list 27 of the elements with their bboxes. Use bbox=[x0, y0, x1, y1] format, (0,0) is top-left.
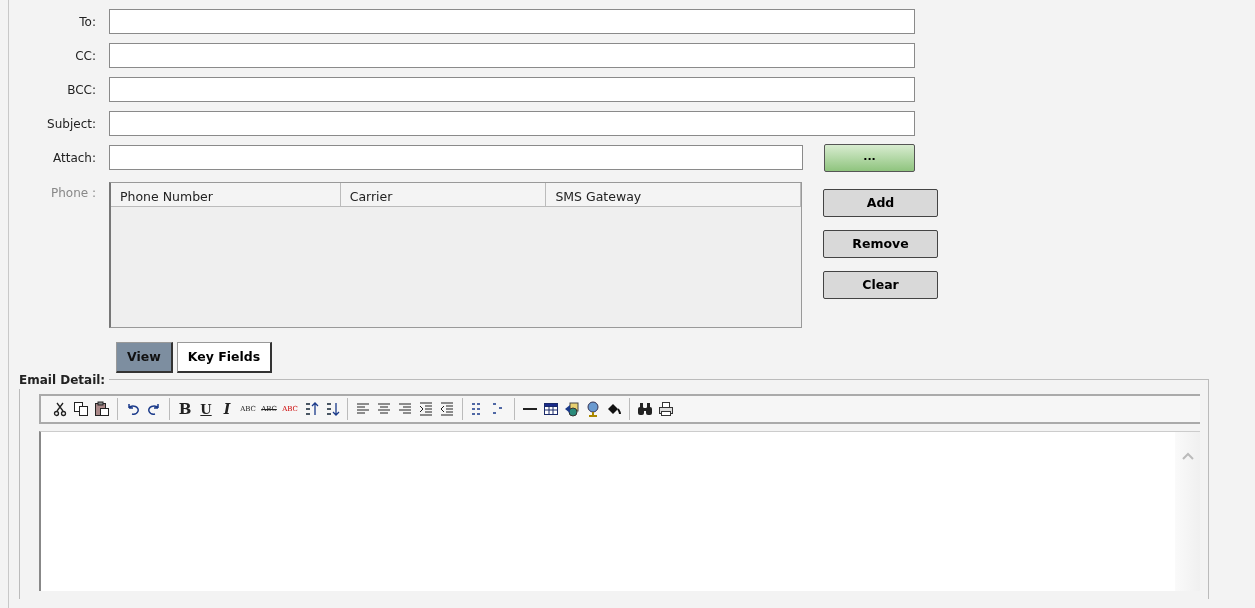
input-field[interactable] bbox=[109, 145, 803, 170]
format-button[interactable]: U bbox=[197, 400, 215, 418]
field-label: BCC: bbox=[66, 81, 97, 99]
field-label: Attach: bbox=[52, 149, 97, 167]
tab[interactable]: Key Fields bbox=[176, 342, 273, 373]
input-field[interactable] bbox=[109, 9, 915, 34]
tab[interactable]: View bbox=[116, 342, 173, 373]
indent-icon[interactable] bbox=[417, 400, 435, 418]
input-field[interactable] bbox=[109, 43, 915, 68]
format-button[interactable]: I bbox=[218, 400, 236, 418]
field-label: Subject: bbox=[46, 115, 97, 133]
outdent-icon[interactable] bbox=[438, 400, 456, 418]
globe-icon[interactable] bbox=[584, 400, 602, 418]
field-label: Phone : bbox=[49, 185, 97, 202]
copy-icon[interactable] bbox=[72, 400, 90, 418]
print-icon[interactable] bbox=[657, 400, 675, 418]
binoculars-icon[interactable] bbox=[636, 400, 654, 418]
image-icon[interactable] bbox=[563, 400, 581, 418]
browse-button[interactable]: ... bbox=[824, 143, 915, 172]
format-button[interactable]: B bbox=[176, 400, 194, 418]
panel-legend: Email Detail: bbox=[19, 371, 110, 389]
paste-icon[interactable] bbox=[93, 400, 111, 418]
field-label: CC: bbox=[74, 47, 97, 65]
cut-icon[interactable] bbox=[51, 400, 69, 418]
input-field[interactable] bbox=[109, 111, 915, 136]
input-field[interactable] bbox=[109, 77, 915, 102]
field-label: To: bbox=[78, 13, 97, 31]
